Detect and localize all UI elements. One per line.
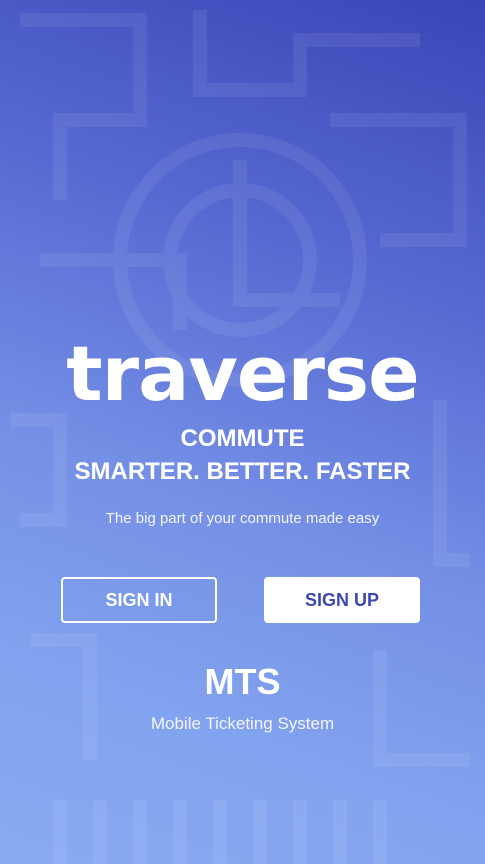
traverse-logo: traverse (66, 329, 419, 418)
sign-up-label: SIGN UP (304, 589, 379, 610)
welcome-screen: traverse COMMUTE SMARTER. BETTER. FASTER… (0, 0, 485, 864)
sign-up-button[interactable]: SIGN UP (264, 577, 420, 623)
tagline-line-1: COMMUTE (180, 425, 305, 452)
mts-subtitle: Mobile Ticketing System (150, 714, 335, 733)
sign-in-button[interactable]: SIGN IN (61, 577, 217, 623)
mts-title: MTS (204, 661, 281, 702)
tagline-line-2: SMARTER. BETTER. FASTER (74, 458, 411, 485)
sign-in-label: SIGN IN (105, 589, 173, 610)
hero-subtitle: The big part of your commute made easy (105, 510, 380, 527)
